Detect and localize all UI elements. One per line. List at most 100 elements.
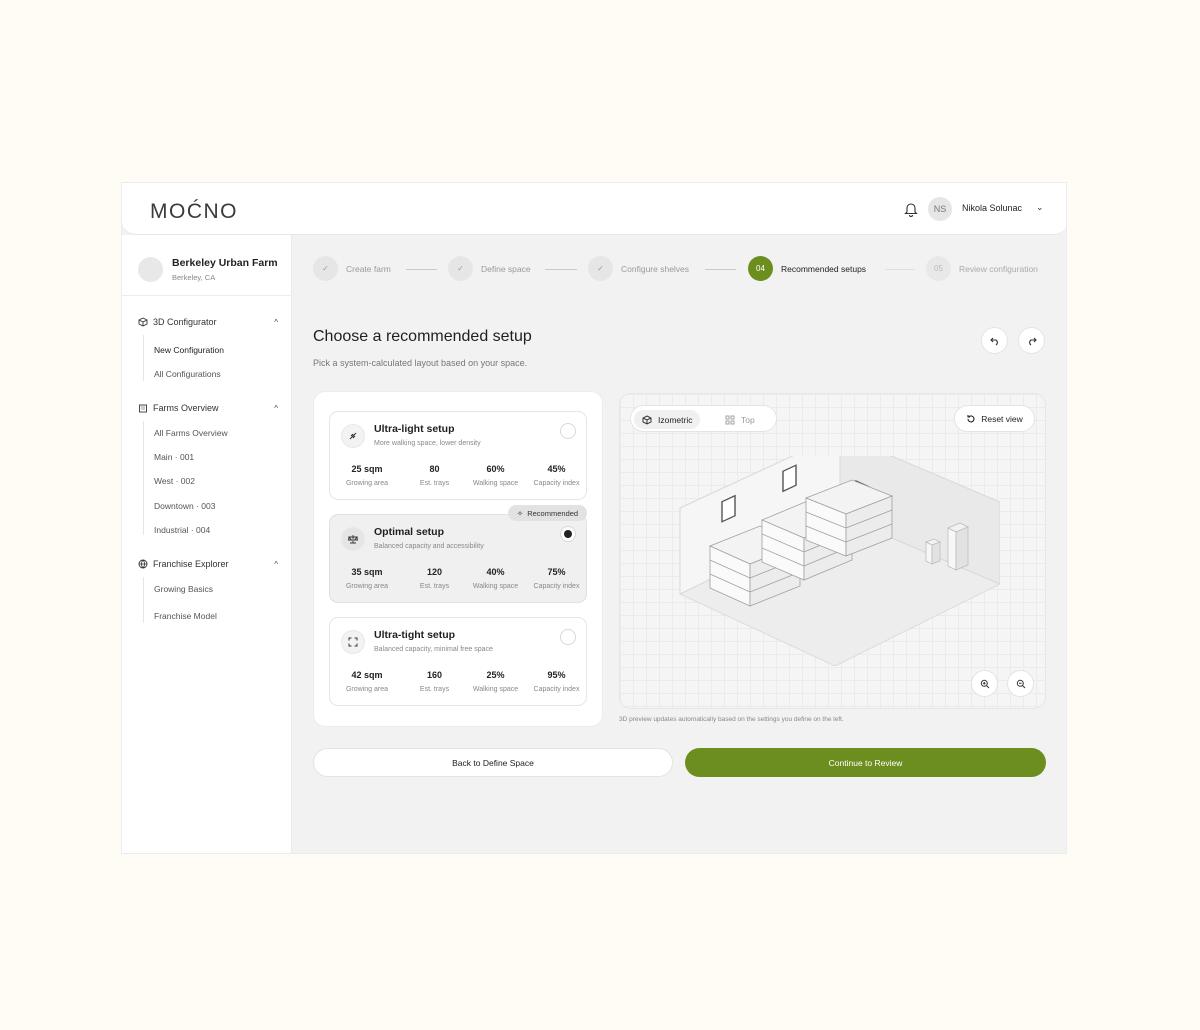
step-label: Configure shelves [621, 263, 690, 274]
step-review-configuration[interactable]: 05 Review configuration [926, 256, 1038, 281]
setup-radio[interactable] [560, 629, 576, 645]
sidebar-item-downtown-003[interactable]: Downtown · 003 [154, 501, 215, 511]
chevron-up-icon[interactable]: ^ [274, 404, 278, 413]
farm-location: Berkeley, CA [172, 273, 216, 282]
nav-divider [143, 421, 144, 535]
nav-divider [143, 577, 144, 623]
view-top-button[interactable]: Top [717, 410, 763, 429]
scale-icon [341, 527, 365, 551]
chevron-up-icon[interactable]: ^ [274, 560, 278, 569]
check-icon: ✓ [448, 256, 473, 281]
sidebar-item-all-configurations[interactable]: All Configurations [154, 369, 221, 379]
step-number: 05 [926, 256, 951, 281]
sidebar-item-west-002[interactable]: West · 002 [154, 476, 195, 486]
page-subtitle: Pick a system-calculated layout based on… [313, 358, 528, 368]
redo-icon [1028, 337, 1037, 345]
stat-label: Walking space [472, 583, 519, 590]
stat-value: 25 sqm [351, 464, 383, 474]
user-name[interactable]: Nikola Solunac [962, 203, 1022, 213]
setup-title: Ultra-light setup [374, 423, 455, 435]
stat-label: Est. trays [419, 480, 450, 487]
stat-value: 95% [547, 670, 566, 680]
nav-section-3d-configurator[interactable]: 3D Configurator ^ [138, 315, 278, 329]
stat-label: Growing area [345, 686, 389, 693]
app-window: MOĆNO NS Nikola Solunac ⌄ Berkeley Urban… [121, 182, 1067, 854]
step-configure-shelves[interactable]: ✓ Configure shelves [588, 256, 689, 281]
zoom-out-button[interactable] [1007, 670, 1034, 697]
setup-radio[interactable] [560, 423, 576, 439]
view-isometric-button[interactable]: Izometric [634, 410, 701, 429]
3d-preview[interactable]: Izometric Top Reset view [619, 393, 1046, 709]
nav-divider [143, 335, 144, 381]
zoom-in-icon [980, 679, 989, 688]
undo-icon [989, 337, 998, 345]
chevron-down-icon[interactable]: ⌄ [1036, 202, 1044, 213]
setup-title: Ultra-tight setup [374, 629, 456, 641]
nav-section-label: Franchise Explorer [153, 559, 229, 569]
stat-value: 60% [486, 464, 505, 474]
back-button[interactable]: Back to Define Space [313, 748, 673, 777]
stat-value: 80 [429, 464, 440, 474]
reset-view-button[interactable]: Reset view [954, 405, 1035, 432]
setup-description: Balanced capacity, minimal free space [374, 646, 493, 653]
zoom-in-button[interactable] [971, 670, 998, 697]
top-bar: MOĆNO NS Nikola Solunac ⌄ [122, 183, 1066, 235]
step-create-farm[interactable]: ✓ Create farm [313, 256, 391, 281]
farm-selector[interactable]: Berkeley Urban Farm Berkeley, CA [122, 235, 292, 296]
stat-label: Walking space [472, 480, 519, 487]
setup-radio-selected[interactable] [560, 526, 576, 542]
stat-value: 160 [426, 670, 443, 680]
user-avatar[interactable]: NS [928, 197, 952, 221]
view-toggle: Izometric Top [630, 405, 777, 432]
stat-label: Growing area [345, 583, 389, 590]
cube-icon [642, 414, 652, 425]
step-connector [545, 269, 577, 270]
expand-icon [341, 630, 365, 654]
page-title: Choose a recommended setup [313, 328, 532, 345]
stat-value: 42 sqm [351, 670, 383, 680]
sidebar-item-industrial-004[interactable]: Industrial · 004 [154, 525, 210, 535]
nav-section-farms-overview[interactable]: Farms Overview ^ [138, 401, 278, 415]
bell-icon[interactable] [904, 201, 918, 217]
sidebar-item-franchise-model[interactable]: Franchise Model [154, 611, 217, 621]
stat-value: 40% [486, 567, 505, 577]
setup-stats: 35 sqm Growing area 120 Est. trays 40% Walk… [330, 567, 588, 590]
setup-title: Optimal setup [374, 526, 445, 538]
step-recommended-setups[interactable]: 04 Recommended setups [748, 256, 866, 281]
setup-description: More walking space, lower density [374, 440, 481, 447]
feather-icon [341, 424, 365, 448]
sidebar-item-main-001[interactable]: Main · 001 [154, 452, 194, 462]
farm-avatar [138, 257, 163, 282]
chevron-up-icon[interactable]: ^ [274, 318, 278, 327]
setup-option-ultra-tight[interactable]: Ultra-tight setup Balanced capacity, min… [329, 617, 587, 706]
logo[interactable]: MOĆNO [150, 200, 238, 224]
nav-section-label: Farms Overview [153, 403, 219, 413]
step-define-space[interactable]: ✓ Define space [448, 256, 531, 281]
stat-label: Growing area [345, 480, 389, 487]
setup-option-ultra-light[interactable]: Ultra-light setup More walking space, lo… [329, 411, 587, 500]
sidebar-item-all-farms-overview[interactable]: All Farms Overview [154, 428, 228, 438]
setup-option-optimal[interactable]: Optimal setup Balanced capacity and acce… [329, 514, 587, 603]
continue-button[interactable]: Continue to Review [685, 748, 1046, 777]
step-label: Recommended setups [781, 263, 867, 274]
check-icon: ✓ [588, 256, 613, 281]
redo-button[interactable] [1018, 327, 1045, 354]
nav-section-franchise-explorer[interactable]: Franchise Explorer ^ [138, 557, 278, 571]
nav-section-label: 3D Configurator [153, 317, 217, 327]
stat-value: 25% [486, 670, 505, 680]
recommended-badge: ✧ Recommended [508, 505, 587, 521]
stat-label: Est. trays [419, 583, 450, 590]
stat-value: 35 sqm [351, 567, 383, 577]
sidebar-item-new-configuration[interactable]: New Configuration [154, 345, 224, 355]
stat-value: 120 [426, 567, 443, 577]
badge-label: Recommended [527, 508, 579, 518]
sparkle-icon: ✧ [516, 508, 524, 518]
undo-button[interactable] [981, 327, 1008, 354]
zoom-out-icon [1016, 679, 1025, 688]
reset-icon [967, 414, 975, 422]
check-icon: ✓ [313, 256, 338, 281]
step-number: 04 [748, 256, 773, 281]
stat-label: Capacity index [533, 480, 580, 487]
sidebar-item-growing-basics[interactable]: Growing Basics [154, 584, 213, 594]
grid-icon [725, 415, 735, 424]
